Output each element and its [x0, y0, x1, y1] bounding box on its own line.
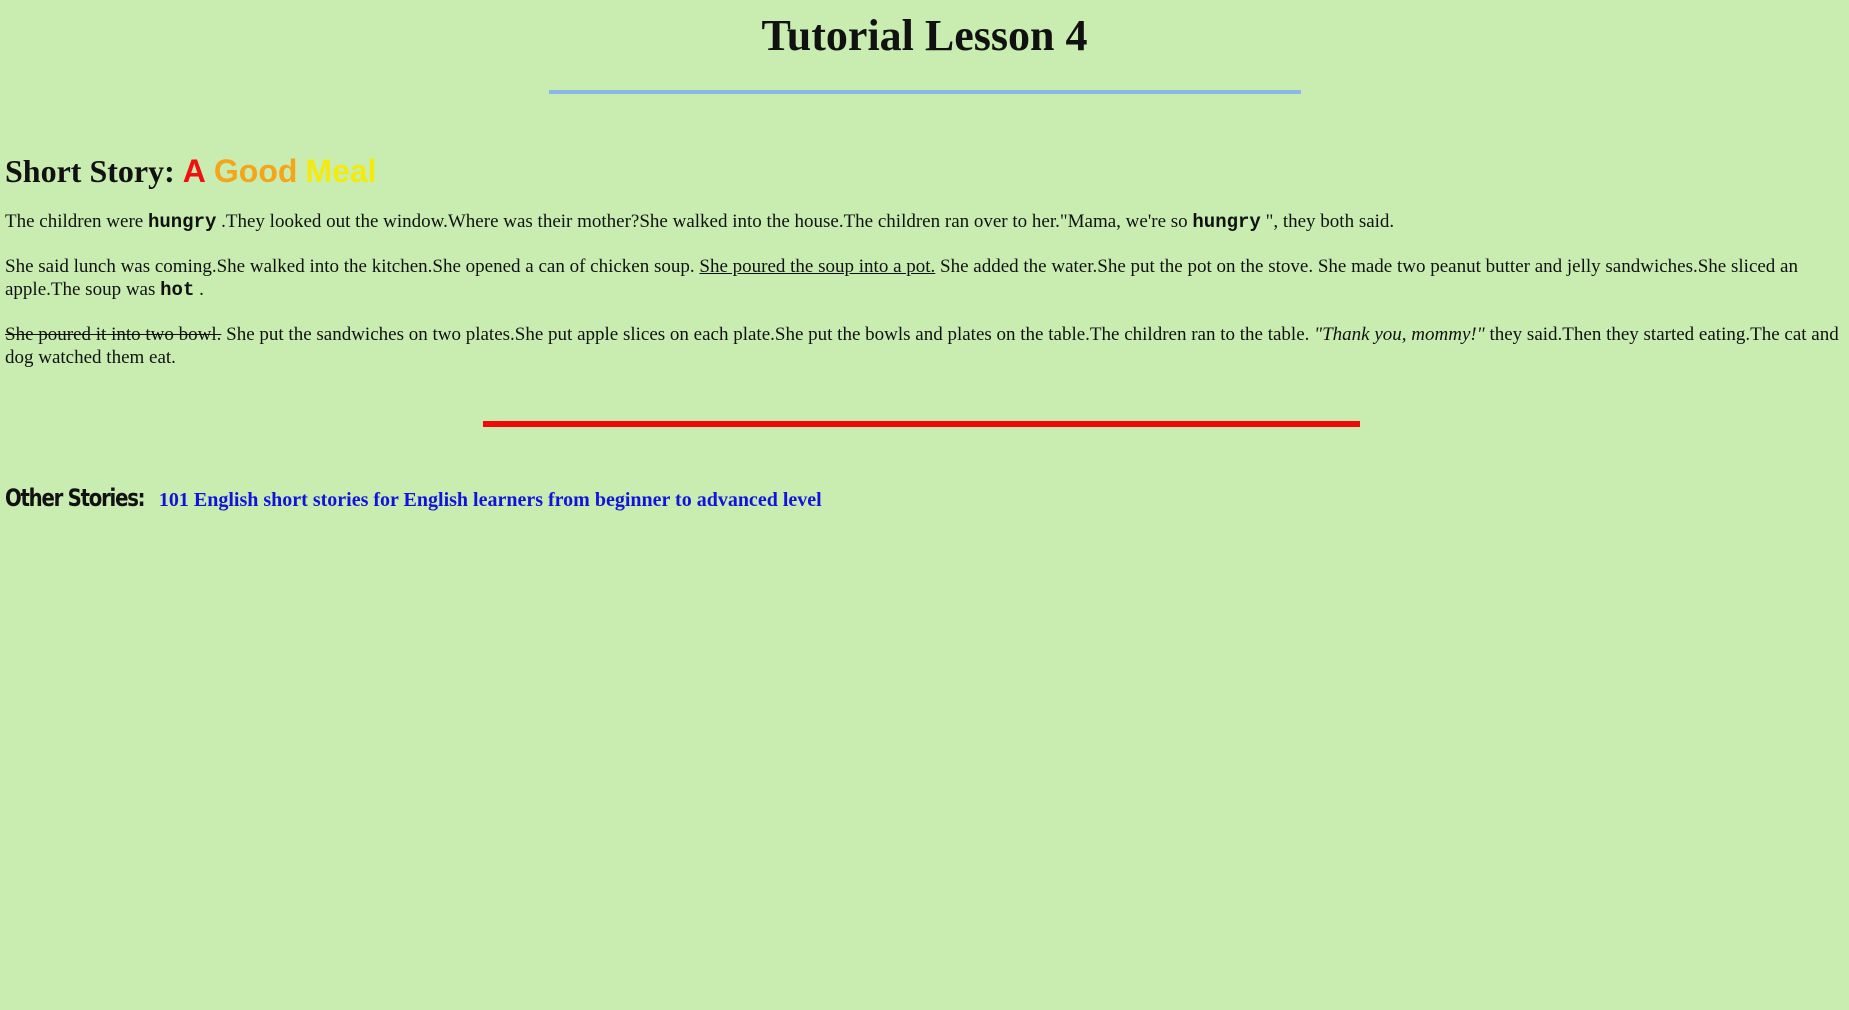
- story-title-word-a: A: [182, 152, 206, 189]
- p1-text-2: .They looked out the window.Where was th…: [216, 211, 1193, 233]
- p2-text-3: .: [194, 279, 204, 301]
- story-heading: Short Story: A Good Meal: [5, 152, 1849, 190]
- underlined-sentence: She poured the soup into a pot.: [699, 256, 936, 278]
- keyword-hungry-1: hungry: [147, 211, 217, 234]
- story-paragraph-1: The children were hungry .They looked ou…: [5, 210, 1844, 234]
- p1-text-1: The children were: [5, 211, 148, 233]
- keyword-hungry-2: hungry: [1192, 211, 1261, 234]
- story-paragraph-2: She said lunch was coming.She walked int…: [5, 255, 1844, 302]
- other-stories-link[interactable]: 101 English short stories for English le…: [159, 489, 822, 511]
- other-stories-label: Other Stories:: [5, 484, 146, 513]
- p1-text-3: ", they both said.: [1260, 211, 1395, 233]
- story-title-word-good: Good: [213, 152, 298, 189]
- story-title-word-meal: Meal: [305, 152, 377, 189]
- story-heading-prefix: Short Story:: [5, 152, 175, 189]
- strikethrough-sentence: She poured it into two bowl.: [5, 324, 222, 346]
- story-paragraph-3: She poured it into two bowl. She put the…: [5, 323, 1844, 369]
- p2-text-1: She said lunch was coming.She walked int…: [5, 256, 700, 278]
- section-divider: [483, 421, 1360, 428]
- page-title: Tutorial Lesson 4: [761, 11, 1088, 60]
- other-stories-row: Other Stories: 101 English short stories…: [5, 483, 1849, 517]
- p3-text-1: She put the sandwiches on two plates.She…: [221, 324, 1315, 346]
- italic-quote: "Thank you, mommy!": [1314, 324, 1485, 346]
- keyword-hot: hot: [160, 279, 195, 302]
- title-divider: [548, 89, 1301, 94]
